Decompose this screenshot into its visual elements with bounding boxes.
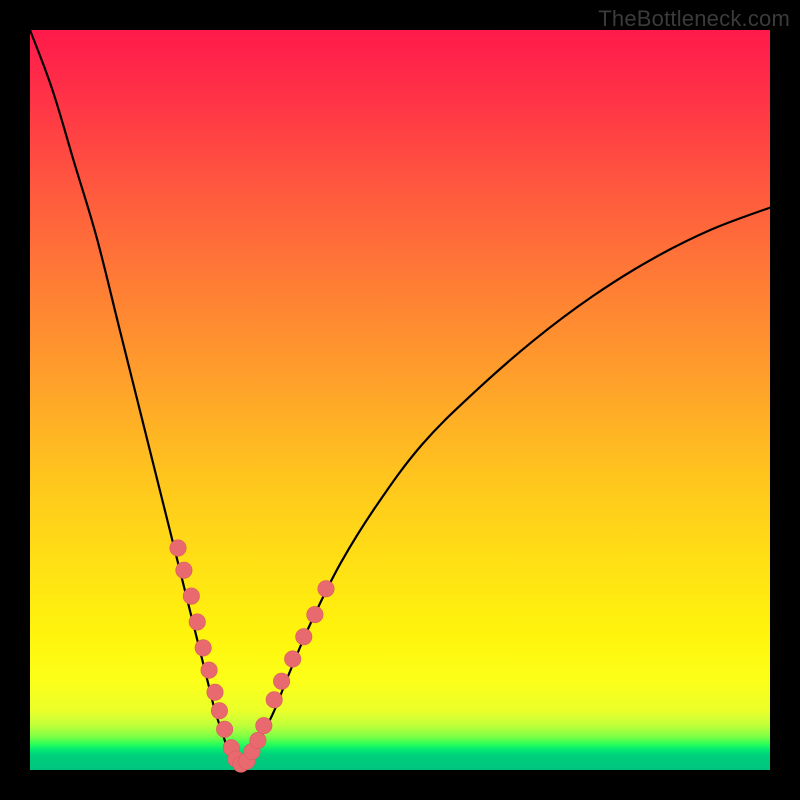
data-point	[201, 662, 217, 678]
data-point	[266, 692, 282, 708]
bottleneck-curve	[30, 30, 770, 768]
data-point	[170, 540, 186, 556]
data-point	[296, 629, 312, 645]
chart-frame: TheBottleneck.com	[0, 0, 800, 800]
data-point	[189, 614, 205, 630]
highlighted-points	[170, 540, 334, 772]
curve-svg	[30, 30, 770, 770]
data-point	[183, 588, 199, 604]
data-point	[211, 703, 227, 719]
data-point	[207, 684, 223, 700]
watermark-text: TheBottleneck.com	[598, 6, 790, 32]
data-point	[273, 673, 289, 689]
data-point	[285, 651, 301, 667]
data-point	[256, 717, 272, 733]
plot-area	[30, 30, 770, 770]
data-point	[307, 606, 323, 622]
data-point	[176, 562, 192, 578]
data-point	[195, 640, 211, 656]
data-point	[318, 581, 334, 597]
data-point	[216, 721, 232, 737]
data-point	[250, 732, 266, 748]
